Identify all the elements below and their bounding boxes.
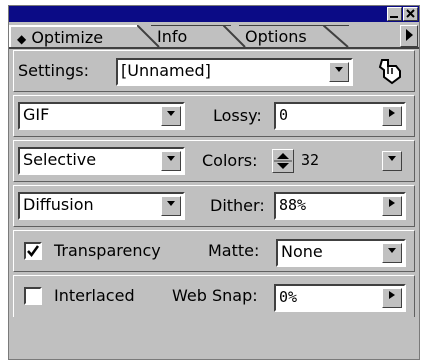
tab-divider [323, 25, 349, 48]
colors-label: Colors: [202, 151, 258, 170]
dither-row: Diffusion Dither: 88% [13, 185, 415, 227]
tab-info-label: Info [157, 27, 188, 46]
pointing-hand-icon [378, 59, 401, 85]
close-icon [406, 9, 415, 18]
format-dropdown-arrow[interactable] [161, 106, 181, 126]
panel-titlebar [9, 6, 419, 22]
dither-label: Dither: [210, 196, 265, 215]
palette-select[interactable]: Selective [18, 147, 185, 175]
colors-input[interactable]: 32 [296, 147, 406, 175]
settings-select[interactable]: [Unnamed] [116, 58, 353, 86]
settings-menu-button[interactable] [374, 57, 404, 85]
panel-menu-button[interactable] [400, 25, 418, 47]
settings-label: Settings: [18, 61, 90, 80]
tab-baseline [9, 47, 419, 49]
web-snap-value: 0% [279, 288, 298, 306]
lossy-input[interactable]: 0 [274, 102, 406, 130]
triangle-right-icon [389, 199, 395, 207]
triangle-right-icon [389, 291, 395, 299]
tab-row: ◆ Optimize Info Options [9, 22, 419, 48]
lossy-slider-arrow[interactable] [382, 106, 402, 126]
triangle-right-icon [389, 109, 395, 117]
tab-optimize-label: Optimize [31, 28, 104, 47]
chevron-down-icon [167, 201, 175, 206]
interlaced-row: Interlaced Web Snap: 0% [13, 275, 415, 317]
chevron-down-icon [335, 67, 343, 72]
chevron-down-icon [167, 111, 175, 116]
format-row: GIF Lossy: 0 [13, 95, 415, 137]
colors-dropdown-arrow[interactable] [382, 151, 402, 171]
settings-value: [Unnamed] [121, 61, 211, 80]
format-value: GIF [23, 105, 50, 124]
tab-options-label: Options [245, 27, 307, 46]
chevron-down-icon [388, 156, 396, 161]
settings-dropdown-arrow[interactable] [329, 62, 349, 82]
dither-algorithm-value: Diffusion [23, 195, 94, 214]
dither-algorithm-dropdown-arrow[interactable] [161, 196, 181, 216]
transparency-row: Transparency Matte: None [13, 230, 415, 272]
palette-row: Selective Colors: 32 [13, 140, 415, 182]
web-snap-slider-arrow[interactable] [382, 288, 402, 308]
colors-stepper[interactable] [272, 149, 294, 173]
stepper-arrows-icon [274, 153, 292, 169]
matte-dropdown-arrow[interactable] [382, 243, 402, 263]
transparency-checkbox[interactable] [24, 242, 42, 260]
dither-algorithm-select[interactable]: Diffusion [18, 192, 185, 220]
up-down-arrows-icon: ◆ [17, 32, 27, 46]
close-button[interactable] [403, 7, 418, 21]
dither-input[interactable]: 88% [274, 192, 406, 220]
matte-value: None [281, 242, 323, 261]
chevron-down-icon [388, 248, 396, 253]
settings-row: Settings: [Unnamed] [13, 50, 415, 92]
matte-label: Matte: [208, 241, 260, 260]
chevron-down-icon [167, 156, 175, 161]
minimize-icon [390, 16, 398, 18]
tab-info[interactable]: Info [151, 25, 231, 47]
minimize-button[interactable] [387, 7, 402, 21]
interlaced-checkbox[interactable] [24, 287, 42, 305]
lossy-value: 0 [279, 106, 289, 124]
colors-value: 32 [301, 151, 320, 169]
dither-value: 88% [279, 196, 307, 214]
web-snap-input[interactable]: 0% [274, 284, 406, 312]
interlaced-label: Interlaced [54, 286, 135, 305]
format-select[interactable]: GIF [18, 102, 185, 130]
palette-dropdown-arrow[interactable] [161, 151, 181, 171]
checkmark-icon [27, 245, 40, 258]
transparency-label: Transparency [54, 241, 161, 260]
triangle-right-icon [406, 29, 413, 41]
palette-value: Selective [23, 150, 97, 169]
matte-select[interactable]: None [276, 239, 406, 267]
web-snap-label: Web Snap: [172, 286, 258, 305]
dither-slider-arrow[interactable] [382, 196, 402, 216]
optimize-panel: ◆ Optimize Info Options Settings: [Unnam… [8, 5, 420, 360]
lossy-label: Lossy: [213, 106, 262, 125]
tab-optimize[interactable]: ◆ Optimize [9, 25, 139, 47]
